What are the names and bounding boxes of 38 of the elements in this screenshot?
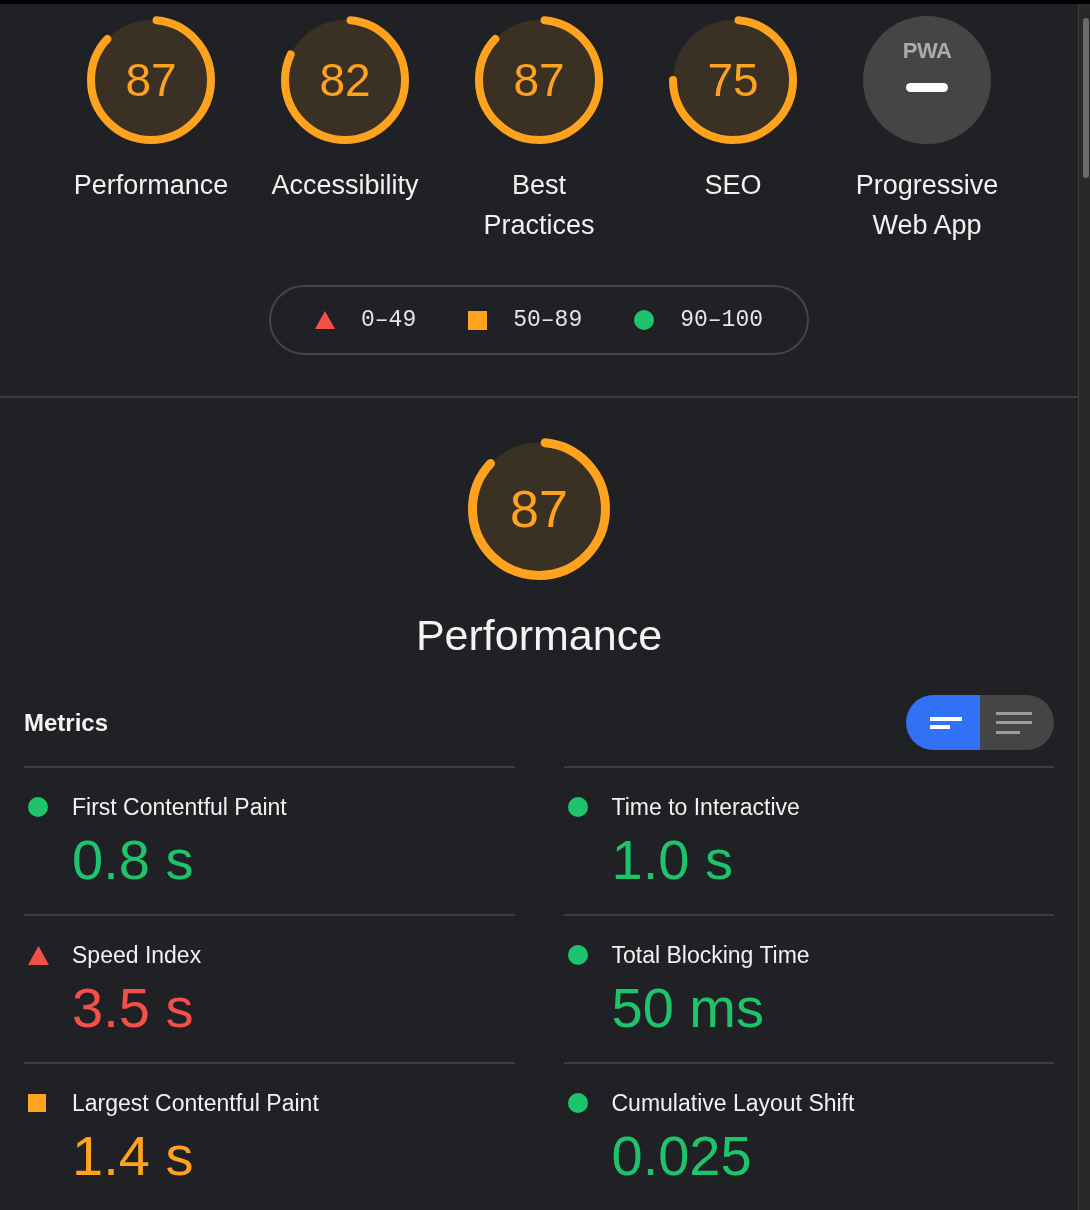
score-value: 75 — [707, 57, 759, 103]
category-label: Performance — [73, 169, 229, 202]
legend-label: 50–89 — [513, 306, 583, 334]
score-value: 87 — [125, 57, 177, 103]
pwa-logo: PWA — [902, 39, 952, 63]
metric-value: 1.0 s — [611, 830, 733, 890]
triangle-icon — [28, 945, 49, 965]
metric-value: 1.4 s — [72, 1126, 194, 1186]
category-label: Best Practices — [482, 169, 596, 242]
triangle-icon — [314, 311, 335, 329]
metric-title: Time to Interactive — [611, 793, 800, 822]
category-label: Progressive Web App — [854, 169, 1000, 242]
legend-label: 90–100 — [680, 306, 764, 334]
metric-title: Cumulative Layout Shift — [611, 1089, 855, 1118]
scrollbar-thumb[interactable] — [1083, 18, 1089, 178]
lines-icon — [996, 711, 1032, 734]
score-value: 87 — [510, 483, 568, 535]
score-value: 87 — [513, 57, 565, 103]
category-label: Accessibility — [271, 169, 419, 202]
score-value: 82 — [319, 57, 371, 103]
metric-value: 0.8 s — [72, 830, 194, 890]
metric-title: First Contentful Paint — [72, 793, 287, 822]
view-toggle-button[interactable] — [980, 695, 1054, 750]
metric-value: 50 ms — [611, 978, 764, 1038]
category-label: SEO — [704, 169, 762, 202]
metric-title: Largest Contentful Paint — [72, 1089, 319, 1118]
view-toggle-button[interactable] — [906, 695, 980, 750]
section-heading: Metrics — [24, 707, 109, 738]
square-icon — [28, 1094, 46, 1112]
metric-title: Total Blocking Time — [611, 941, 810, 970]
legend-label: 0–49 — [360, 306, 417, 334]
square-icon — [468, 310, 488, 330]
lines-icon — [930, 716, 962, 729]
metric-title: Speed Index — [72, 941, 202, 970]
dash-icon — [906, 83, 948, 92]
metric-value: 3.5 s — [72, 978, 194, 1038]
category-title: Performance — [415, 610, 663, 660]
metric-value: 0.025 — [611, 1126, 752, 1186]
